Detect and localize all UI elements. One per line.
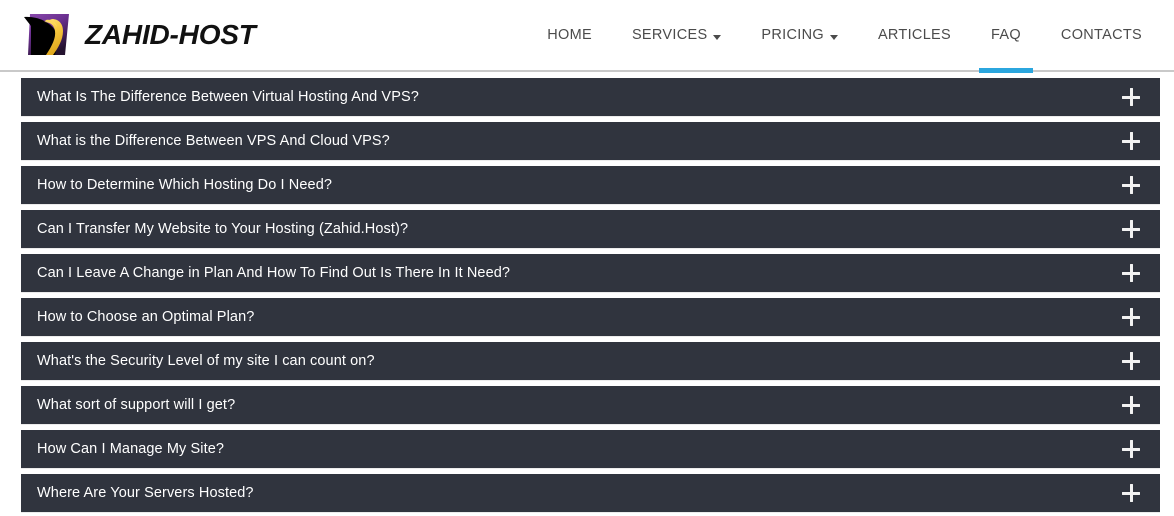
faq-accordion-item[interactable]: What sort of support will I get? [21, 386, 1160, 424]
plus-icon[interactable] [1122, 352, 1140, 370]
plus-icon[interactable] [1122, 88, 1140, 106]
faq-accordion-item[interactable]: What is the Difference Between VPS And C… [21, 122, 1160, 160]
nav-item-contacts[interactable]: CONTACTS [1041, 0, 1162, 71]
faq-question-text: How Can I Manage My Site? [37, 441, 225, 457]
faq-accordion-item[interactable]: How to Determine Which Hosting Do I Need… [21, 166, 1160, 204]
faq-question-text: How to Choose an Optimal Plan? [37, 309, 255, 325]
plus-icon[interactable] [1122, 264, 1140, 282]
faq-question-text: How to Determine Which Hosting Do I Need… [37, 177, 333, 193]
nav-item-articles[interactable]: ARTICLES [858, 0, 971, 71]
nav-item-label: SERVICES [631, 27, 708, 43]
nav-item-faq[interactable]: FAQ [971, 0, 1041, 73]
nav-item-label: ARTICLES [877, 27, 951, 43]
faq-question-text: Can I Leave A Change in Plan And How To … [37, 265, 511, 281]
faq-accordion-item[interactable]: How to Choose an Optimal Plan? [21, 298, 1160, 336]
faq-accordion-item[interactable]: Where Are Your Servers Hosted? [21, 474, 1160, 512]
faq-accordion-list: What Is The Difference Between Virtual H… [21, 78, 1160, 512]
site-header: ZAHID-HOST HOME SERVICES PRICING ARTICLE… [0, 0, 1174, 73]
faq-section: What Is The Difference Between Virtual H… [0, 72, 1174, 512]
faq-question-text: What sort of support will I get? [37, 397, 236, 413]
faq-question-text: Where Are Your Servers Hosted? [37, 485, 254, 501]
nav-item-label: PRICING [761, 27, 824, 43]
nav-item-label: FAQ [991, 27, 1021, 43]
chevron-down-icon [713, 34, 722, 40]
faq-accordion-item[interactable]: Can I Transfer My Website to Your Hostin… [21, 210, 1160, 248]
nav-item-label: HOME [547, 27, 592, 43]
brand-name: ZAHID-HOST [85, 19, 256, 50]
faq-accordion-item[interactable]: Can I Leave A Change in Plan And How To … [21, 254, 1160, 292]
plus-icon[interactable] [1122, 440, 1140, 458]
faq-question-text: What is the Difference Between VPS And C… [37, 133, 390, 149]
faq-accordion-item[interactable]: What's the Security Level of my site I c… [21, 342, 1160, 380]
nav-item-pricing[interactable]: PRICING [741, 0, 858, 71]
nav-item-home[interactable]: HOME [527, 0, 612, 71]
plus-icon[interactable] [1122, 396, 1140, 414]
nav-item-label: CONTACTS [1060, 27, 1142, 43]
chevron-down-icon [829, 34, 838, 40]
faq-accordion-item[interactable]: What Is The Difference Between Virtual H… [21, 78, 1160, 116]
plus-icon[interactable] [1122, 132, 1140, 150]
nav-item-services[interactable]: SERVICES [612, 0, 741, 71]
main-navigation: HOME SERVICES PRICING ARTICLES FAQ CONTA… [527, 0, 1174, 73]
brand-logo-link[interactable]: ZAHID-HOST [22, 10, 256, 60]
faq-accordion-item[interactable]: How Can I Manage My Site? [21, 430, 1160, 468]
plus-icon[interactable] [1122, 484, 1140, 502]
faq-question-text: What's the Security Level of my site I c… [37, 353, 375, 369]
plus-icon[interactable] [1122, 308, 1140, 326]
faq-question-text: What Is The Difference Between Virtual H… [37, 89, 419, 105]
faq-question-text: Can I Transfer My Website to Your Hostin… [37, 221, 409, 237]
plus-icon[interactable] [1122, 220, 1140, 238]
bird-logo-icon [22, 10, 72, 60]
plus-icon[interactable] [1122, 176, 1140, 194]
